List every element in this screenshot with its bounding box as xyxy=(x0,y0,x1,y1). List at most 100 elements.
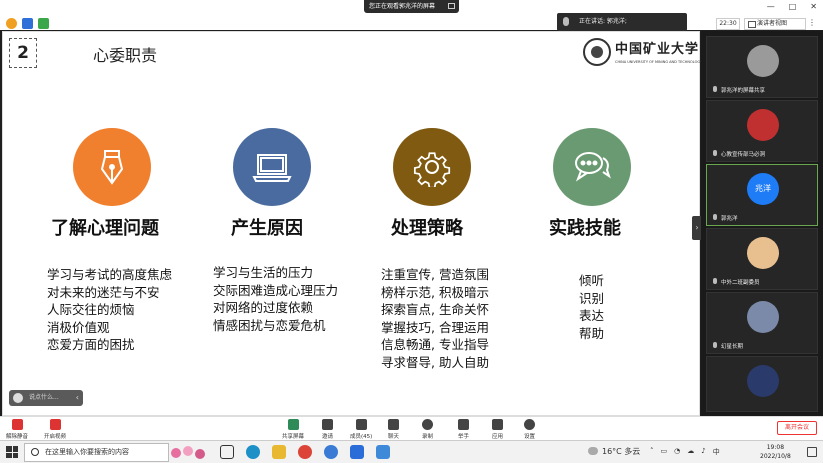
volume-icon[interactable]: ♪ xyxy=(701,447,705,457)
list-item: 对未来的迷茫与不安 xyxy=(47,284,160,300)
university-logo: 中国矿业大学 CHINA UNIVERSITY OF MINING AND TE… xyxy=(583,36,703,70)
gear-icon xyxy=(524,419,535,430)
list-item: 恋爱方面的困扰 xyxy=(47,337,135,352)
card-list: 注重宣传, 营造氛围 榜样示范, 积极暗示 探索盲点, 生命关怀 掌握技巧, 合… xyxy=(381,266,489,371)
start-video-button[interactable]: 开启视频 xyxy=(44,419,66,440)
notification-icon[interactable] xyxy=(807,447,817,457)
apps-button[interactable]: 应用 xyxy=(492,419,503,440)
chrome-icon[interactable] xyxy=(298,445,312,459)
card-circle xyxy=(393,128,471,206)
avatar xyxy=(747,237,779,269)
taskbar-search-input[interactable]: 在这里输入你要搜索的内容 xyxy=(24,443,169,462)
pen-nib-icon xyxy=(100,150,124,185)
members-button[interactable]: 成员(45) xyxy=(350,419,372,440)
chat-placeholder: 说点什么... xyxy=(29,394,59,401)
network-icon[interactable]: ◔ xyxy=(674,447,680,457)
close-button[interactable]: ✕ xyxy=(810,2,817,11)
add-user-icon xyxy=(322,419,333,430)
card-circle xyxy=(553,128,631,206)
list-item: 掌握技巧, 合理运用 xyxy=(381,319,489,335)
card-heading: 了解心理问题 xyxy=(51,218,159,239)
record-button[interactable]: 录制 xyxy=(422,419,433,440)
chevron-left-icon[interactable]: ‹ xyxy=(76,390,79,406)
laptop-icon xyxy=(252,154,292,182)
list-item: 榜样示范, 积极暗示 xyxy=(381,284,489,300)
note-app-icon[interactable] xyxy=(376,445,390,459)
avatar: 兆洋 xyxy=(747,173,779,205)
leave-meeting-button[interactable]: 离开会议 xyxy=(777,421,817,435)
slide-number: 2 xyxy=(9,38,37,68)
window-icon[interactable] xyxy=(448,3,455,9)
list-item: 倾听 xyxy=(579,273,605,288)
card-heading: 实践技能 xyxy=(549,218,621,239)
battery-icon[interactable]: ▭ xyxy=(661,447,668,457)
settings-button[interactable]: 设置 xyxy=(524,419,535,440)
participant-tile[interactable] xyxy=(706,356,818,412)
raise-hand-button[interactable]: 举手 xyxy=(458,419,469,440)
participant-name: 郭兆洋的屏幕共享 xyxy=(713,86,765,94)
participant-name: 心教宣传部马必洞 xyxy=(713,150,765,158)
list-item: 对网络的过度依赖 xyxy=(213,300,314,315)
list-item: 寻求督导, 助人自助 xyxy=(381,354,489,370)
participant-tile[interactable]: 中外二班副委员 xyxy=(706,228,818,290)
watching-banner[interactable]: 您正在观看郭兆洋的屏幕 xyxy=(364,0,459,13)
card-heading: 处理策略 xyxy=(391,218,463,239)
cloud-icon[interactable]: ☁ xyxy=(687,447,694,457)
participant-tile[interactable]: 郭兆洋的屏幕共享 xyxy=(706,36,818,98)
taskbar-clock[interactable]: 19:08 2022/10/8 xyxy=(760,443,791,461)
list-item: 信息畅通, 专业指导 xyxy=(381,337,489,352)
apps-icon xyxy=(492,419,503,430)
microphone-icon xyxy=(563,17,569,26)
participant-tile[interactable]: 心教宣传部马必洞 xyxy=(706,100,818,162)
shield-icon[interactable] xyxy=(22,18,33,29)
edge-browser-icon[interactable] xyxy=(246,445,260,459)
windows-taskbar: 在这里输入你要搜索的内容 16°C 多云 ˄ ▭ ◔ ☁ ♪ 中 19:08 2… xyxy=(0,440,823,463)
logo-subtext: CHINA UNIVERSITY OF MINING AND TECHNOLOG… xyxy=(615,60,703,64)
share-screen-button[interactable]: 共享屏幕 xyxy=(282,419,304,440)
signal-icon[interactable] xyxy=(38,18,49,29)
shared-slide: 2 心委职责 中国矿业大学 CHINA UNIVERSITY OF MINING… xyxy=(2,31,703,445)
view-mode-button[interactable]: 演讲者视图 xyxy=(744,18,806,30)
camera-off-icon xyxy=(49,419,61,430)
top-status-icons xyxy=(6,18,49,29)
maximize-button[interactable]: □ xyxy=(789,2,797,11)
share-screen-icon xyxy=(287,419,299,430)
participant-name: 幻星长期 xyxy=(713,342,743,350)
more-icon[interactable]: ⋮ xyxy=(808,18,816,27)
list-item: 识别 xyxy=(579,290,605,306)
window-controls: — □ ✕ xyxy=(767,2,817,11)
emoji-icon[interactable] xyxy=(13,393,23,403)
card-heading: 产生原因 xyxy=(231,218,303,239)
chat-button[interactable]: 聊天 xyxy=(388,419,399,440)
avatar xyxy=(747,45,779,77)
list-item: 人际交往的烦恼 xyxy=(47,302,135,317)
record-icon xyxy=(422,419,433,430)
list-item: 帮助 xyxy=(579,325,605,341)
chevron-up-icon[interactable]: ˄ xyxy=(650,447,654,457)
users-icon xyxy=(355,419,367,430)
unmute-button[interactable]: 解除静音 xyxy=(6,419,28,440)
card-circle xyxy=(233,128,311,206)
participant-tile-active[interactable]: 兆洋 郭兆洋 xyxy=(706,164,818,226)
invite-button[interactable]: 邀请 xyxy=(322,419,333,440)
file-explorer-icon[interactable] xyxy=(272,445,286,459)
weather-widget[interactable]: 16°C 多云 xyxy=(588,446,640,457)
participant-tile[interactable]: 幻星长期 xyxy=(706,292,818,354)
chat-input-bar[interactable]: 说点什么... ‹ xyxy=(9,390,83,406)
app-icon[interactable] xyxy=(324,445,338,459)
ime-indicator[interactable]: 中 xyxy=(713,447,720,457)
task-view-icon[interactable] xyxy=(220,445,234,459)
participant-name: 中外二班副委员 xyxy=(713,278,760,286)
info-icon[interactable] xyxy=(6,18,17,29)
meeting-app-icon[interactable] xyxy=(350,445,364,459)
meeting-toolbar: 解除静音 开启视频 共享屏幕 邀请 成员(45) 聊天 录制 举手 应用 设置 … xyxy=(0,416,823,440)
minimize-button[interactable]: — xyxy=(767,2,775,11)
system-tray: ˄ ▭ ◔ ☁ ♪ 中 xyxy=(650,447,720,457)
logo-text: 中国矿业大学 xyxy=(615,42,700,57)
slide-title: 心委职责 xyxy=(93,46,158,65)
windows-start-icon[interactable] xyxy=(6,446,18,458)
avatar xyxy=(747,109,779,141)
chat-bubbles-icon xyxy=(575,152,611,182)
meeting-timer: 22:30 xyxy=(716,18,740,30)
list-item: 学习与生活的压力 xyxy=(213,265,314,280)
